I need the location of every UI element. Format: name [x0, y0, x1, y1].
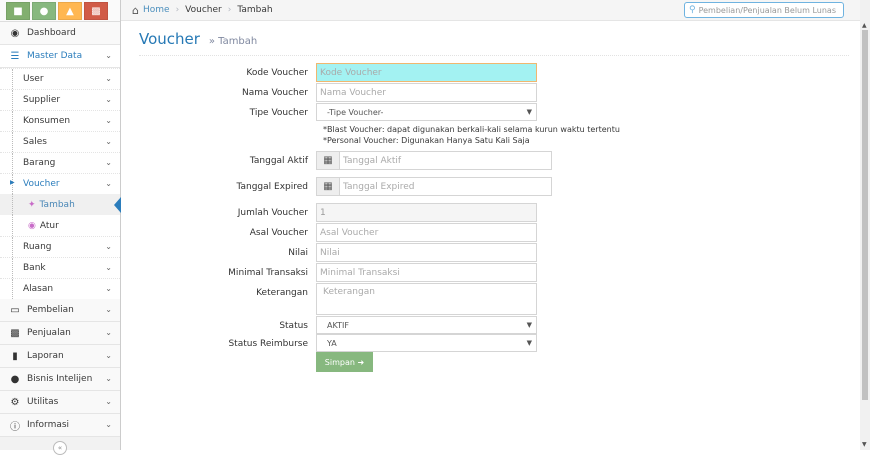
basket-icon[interactable]: ▲	[58, 2, 82, 20]
asal-voucher-field[interactable]	[316, 223, 537, 242]
search-input[interactable]	[698, 5, 839, 15]
status-select[interactable]: AKTIF ▼	[316, 316, 537, 334]
minimal-transaksi-label: Minimal Transaksi	[228, 268, 308, 278]
tanggal-aktif-label: Tanggal Aktif	[249, 156, 308, 166]
sidebar-item-informasi[interactable]: ⓘ Informasi ⌄	[0, 414, 120, 437]
nama-voucher-input[interactable]	[320, 87, 536, 98]
page-subtitle: » Tambah	[208, 36, 258, 47]
sidebar-shortcuts: ■ ● ▲ ▩	[0, 0, 120, 22]
tipe-voucher-label: Tipe Voucher	[249, 108, 308, 118]
sidebar-item-dashboard[interactable]: ◉ Dashboard	[0, 22, 120, 45]
nilai-field[interactable]	[316, 243, 537, 262]
breadcrumb-voucher: Voucher	[185, 5, 222, 15]
chevron-down-icon: ⌄	[105, 51, 112, 60]
scrollbar-thumb[interactable]	[862, 30, 868, 400]
user-icon: ●	[10, 373, 20, 385]
minimal-transaksi-field[interactable]	[316, 263, 537, 282]
tanggal-aktif-input[interactable]	[343, 155, 551, 166]
chevron-down-icon: ⌄	[105, 351, 112, 360]
chevron-down-icon: ⌄	[105, 137, 112, 146]
breadcrumb: ⌂ Home › Voucher › Tambah ⚲	[121, 0, 860, 21]
tanggal-expired-label: Tanggal Expired	[236, 182, 308, 192]
caret-down-icon: ▼	[526, 321, 532, 329]
tanggal-aktif-field[interactable]	[339, 151, 552, 170]
status-reimburse-label: Status Reimburse	[228, 339, 308, 349]
nilai-input[interactable]	[320, 247, 536, 258]
sidebar-item-bisnis-intelijen[interactable]: ● Bisnis Intelijen ⌄	[0, 368, 120, 391]
status-label: Status	[279, 321, 308, 331]
basket-icon: ▭	[10, 304, 20, 316]
chevron-down-icon: ⌄	[105, 305, 112, 314]
chevron-down-icon: ⌄	[105, 420, 112, 429]
keterangan-label: Keterangan	[256, 288, 308, 298]
jumlah-voucher-label: Jumlah Voucher	[237, 208, 308, 218]
sidebar-item-sales[interactable]: Sales ⌄	[0, 131, 120, 152]
tanggal-expired-input[interactable]	[343, 181, 551, 192]
note-personal: *Personal Voucher: Digunakan Hanya Satu …	[323, 136, 530, 145]
asal-voucher-label: Asal Voucher	[249, 228, 308, 238]
keterangan-field[interactable]	[316, 283, 537, 315]
arrow-right-icon: ➜	[357, 357, 365, 367]
simpan-button[interactable]: Simpan ➜	[316, 352, 373, 372]
dashboard-icon: ◉	[10, 27, 20, 39]
breadcrumb-separator: ›	[175, 5, 180, 15]
tipe-voucher-select[interactable]: -Tipe Voucher- ▼	[316, 103, 537, 121]
info-icon: ⓘ	[10, 421, 20, 433]
asal-voucher-input[interactable]	[320, 227, 536, 238]
scroll-up-icon[interactable]: ▲	[862, 22, 867, 29]
jumlah-voucher-value: 1	[320, 207, 326, 218]
breadcrumb-separator: ›	[227, 5, 232, 15]
page-title: Voucher	[139, 30, 200, 48]
chevron-down-icon: ⌄	[105, 374, 112, 383]
status-reimburse-select[interactable]: YA ▼	[316, 334, 537, 352]
gear-icon: ⚙	[10, 396, 20, 408]
keterangan-textarea[interactable]	[323, 287, 536, 313]
search-icon: ⚲	[689, 5, 696, 15]
sidebar-item-pembelian[interactable]: ▭ Pembelian ⌄	[0, 299, 120, 322]
kode-voucher-label: Kode Voucher	[246, 68, 308, 78]
scroll-down-icon[interactable]: ▼	[862, 441, 867, 448]
note-blast: *Blast Voucher: dapat digunakan berkali-…	[323, 125, 620, 134]
file-icon: ▮	[12, 350, 18, 362]
nilai-label: Nilai	[288, 248, 308, 258]
money-icon[interactable]: ▩	[84, 2, 108, 20]
sidebar-item-utilitas[interactable]: ⚙ Utilitas ⌄	[0, 391, 120, 414]
list-icon: ☰	[10, 50, 20, 62]
breadcrumb-home[interactable]: Home	[143, 5, 170, 15]
search-box: ⚲	[684, 2, 844, 18]
home-icon: ⌂	[132, 3, 139, 17]
tanggal-expired-field[interactable]	[339, 177, 552, 196]
nama-voucher-label: Nama Voucher	[242, 88, 308, 98]
chevron-down-icon: ⌄	[105, 397, 112, 406]
caret-down-icon: ▼	[526, 339, 532, 347]
calendar-icon[interactable]: ▦	[316, 151, 340, 170]
page-header: Voucher » Tambah	[139, 30, 849, 56]
breadcrumb-tambah: Tambah	[237, 5, 273, 15]
sidebar-collapse-icon[interactable]: «	[53, 441, 67, 455]
calendar-icon[interactable]: ▦	[316, 177, 340, 196]
jumlah-voucher-field: 1	[316, 203, 537, 222]
caret-down-icon: ▼	[526, 108, 532, 116]
users-icon[interactable]: ●	[32, 2, 56, 20]
kode-voucher-field[interactable]	[316, 63, 537, 82]
minimal-transaksi-input[interactable]	[320, 267, 536, 278]
nama-voucher-field[interactable]	[316, 83, 537, 102]
sidebar-item-master-data[interactable]: ☰ Master Data ⌄	[0, 45, 120, 68]
kode-voucher-input[interactable]	[320, 67, 536, 78]
stats-icon[interactable]: ■	[6, 2, 30, 20]
